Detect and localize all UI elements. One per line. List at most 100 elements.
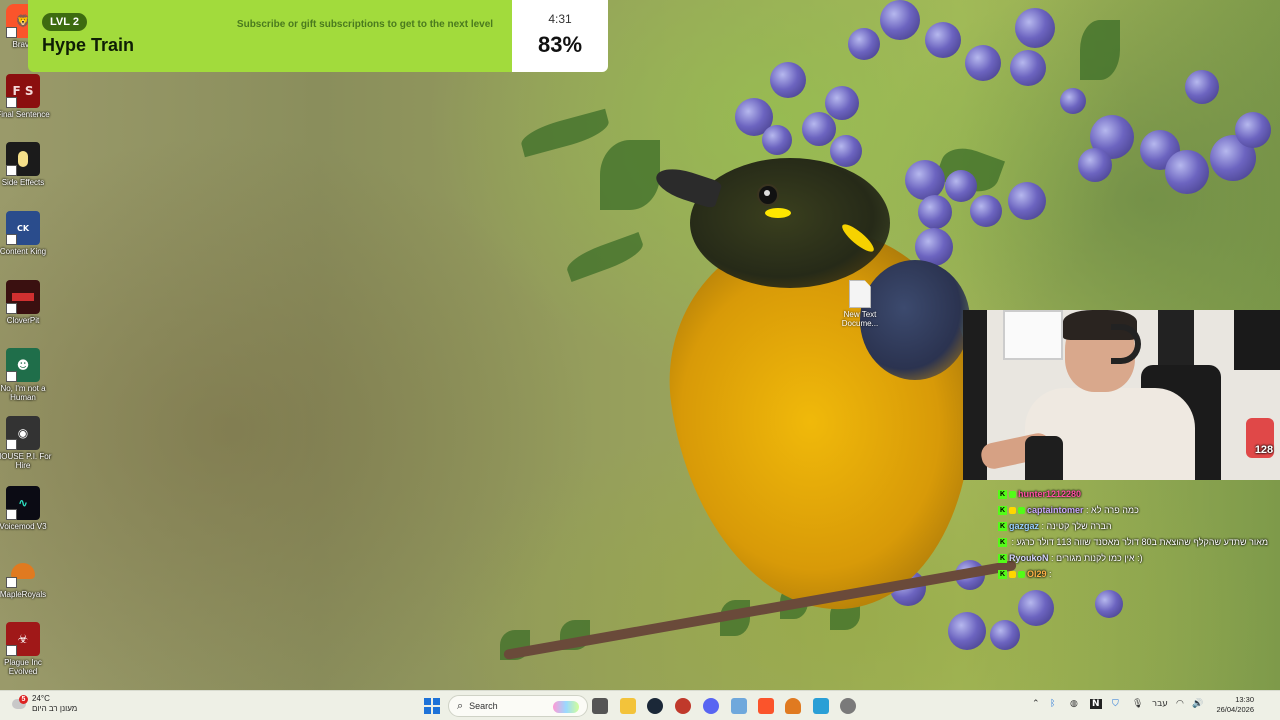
kick-icon: K [998, 538, 1007, 548]
content-king-icon: CK [6, 211, 40, 245]
chat-username: RyoukoN [1009, 553, 1049, 563]
mic-icon[interactable]: 🎙 [1132, 699, 1143, 709]
plague-inc-icon: ☣ [6, 622, 40, 656]
wifi-icon[interactable]: ◠ [1176, 699, 1184, 709]
badge-icon [1009, 491, 1016, 499]
kick-icon: K [998, 506, 1007, 516]
clock-time: 13:30 [1235, 695, 1254, 704]
weather-description: מעונן רב היום [32, 704, 78, 713]
chat-text: : [1049, 569, 1052, 579]
hype-train-message: Subscribe or gift subscriptions to get t… [236, 19, 494, 30]
cloud-icon: 5 [10, 695, 28, 713]
shield-icon[interactable]: ⛉ [1112, 699, 1119, 709]
desktop-icon-label: Voicemod V3 [0, 522, 47, 531]
taskbar-search[interactable]: ⌕ Search [448, 695, 588, 717]
notion-icon[interactable]: N [1090, 699, 1102, 709]
desktop-icon-voicemod[interactable]: ∿ Voicemod V3 [0, 486, 47, 531]
chat-username: gazgaz [1009, 521, 1040, 531]
language-indicator[interactable]: עבר [1152, 699, 1168, 709]
desktop-icon-label: CloverPit [6, 316, 40, 325]
steam-icon[interactable] [647, 698, 663, 714]
mapleroyals-icon [6, 554, 40, 588]
kick-icon: K [998, 490, 1007, 500]
desktop-icon-label: Side Effects [1, 178, 45, 187]
search-placeholder: Search [469, 701, 498, 711]
file-explorer-icon[interactable] [620, 698, 636, 714]
voicemod-icon: ∿ [6, 486, 40, 520]
clock[interactable]: 13:30 26/04/2026 [1212, 695, 1254, 715]
desktop-icon-no-im-not-a-human[interactable]: ☻ No, I'm not a Human [0, 348, 46, 402]
chat-message: K Ol29 : [998, 566, 1274, 582]
final-sentence-icon: F S [6, 74, 40, 108]
desktop-icon-label: No, I'm not a Human [0, 384, 46, 402]
app-icon[interactable] [675, 698, 691, 714]
text-file-icon [849, 280, 871, 308]
app-icon[interactable] [731, 698, 747, 714]
cloverpit-icon [6, 280, 40, 314]
side-effects-icon [6, 142, 40, 176]
desktop-icon-label: MOUSE P.I. For Hire [0, 452, 52, 470]
desktop-icon-content-king[interactable]: CK Content King [0, 211, 46, 256]
brave-icon[interactable] [758, 698, 774, 714]
badge-icon [1018, 571, 1025, 579]
start-button[interactable] [424, 698, 440, 714]
desktop-icon-label: MapleRoyals [0, 590, 47, 599]
weather-widget[interactable]: 5 24°C מעונן רב היום [10, 694, 77, 714]
hype-train-title: Hype Train [42, 35, 135, 55]
desktop-icon-mapleroyals[interactable]: MapleRoyals [0, 554, 46, 599]
discord-icon[interactable] [703, 698, 719, 714]
desktop-icon-final-sentence[interactable]: F S Final Sentence [0, 74, 50, 119]
chat-text: : אין כמו לקנות מגורים :) [1051, 553, 1143, 563]
search-icon: ⌕ [457, 699, 464, 712]
taskbar: 5 24°C מעונן רב היום ⌕ Search ⌃ ᛒ ◍ N ⛉ … [0, 690, 1280, 720]
desktop-file-label: New Text Docume... [841, 310, 879, 328]
hype-train-banner: LVL 2 Hype Train Subscribe or gift subsc… [28, 0, 608, 72]
hype-train-level: LVL 2 [42, 13, 87, 31]
badge-icon [1018, 507, 1025, 515]
bluetooth-icon[interactable]: ᛒ [1050, 699, 1055, 709]
badge-icon [1009, 507, 1016, 515]
kick-icon: K [998, 554, 1007, 564]
webcam-feed: 128 [963, 310, 1280, 480]
webcam-badge: 128 [1254, 444, 1274, 456]
kick-icon: K [998, 522, 1007, 532]
kick-icon: K [998, 570, 1007, 580]
chat-message: Khunter1212280 [998, 486, 1274, 502]
chevron-up-icon[interactable]: ⌃ [1032, 699, 1040, 709]
desktop-icon-label: Final Sentence [0, 110, 50, 119]
hype-train-timer: 4:31 [548, 12, 572, 26]
mouse-pi-icon: ◉ [6, 416, 40, 450]
chat-text: : מאור שתדע שהקלף שהוצאת ב80 דולר מאסנד … [1011, 537, 1269, 547]
microphone [1025, 436, 1063, 480]
desktop-file-new-text-document[interactable]: New Text Docume... [838, 280, 882, 328]
chat-message: Kgazgaz : הברה שלך קטינה [998, 518, 1274, 534]
task-view-icon[interactable] [592, 698, 608, 714]
chat-text: : כמה פרה לא [1086, 505, 1139, 515]
chat-message: Kcaptaintomer : כמה פרה לא [998, 502, 1274, 518]
weather-alert-badge: 5 [19, 695, 28, 704]
desktop-icon-side-effects[interactable]: Side Effects [0, 142, 46, 187]
desktop-icon-mouse-pi[interactable]: ◉ MOUSE P.I. For Hire [0, 416, 51, 470]
volume-icon[interactable]: 🔊 [1192, 699, 1203, 709]
no-im-not-a-human-icon: ☻ [6, 348, 40, 382]
chat-text: : הברה שלך קטינה [1041, 521, 1112, 531]
badge-icon [1009, 571, 1016, 579]
chat-username: hunter1212280 [1018, 489, 1082, 499]
steam-icon[interactable]: ◍ [1070, 699, 1078, 709]
clock-date: 26/04/2026 [1216, 705, 1254, 714]
mapleroyals-icon[interactable] [785, 698, 801, 714]
weather-temperature: 24°C [32, 694, 50, 703]
app-icon[interactable] [813, 698, 829, 714]
desktop-icon-label: Plague Inc Evolved [4, 658, 42, 676]
settings-icon[interactable] [840, 698, 856, 714]
hype-train-progress: 83% [537, 32, 583, 57]
chat-message: K RyoukoN : אין כמו לקנות מגורים :) [998, 550, 1274, 566]
chat-username: Ol29 [1027, 569, 1047, 579]
stream-chat: Khunter1212280 Kcaptaintomer : כמה פרה ל… [998, 486, 1274, 582]
desktop-icon-cloverpit[interactable]: CloverPit [0, 280, 46, 325]
search-highlight-icon [553, 701, 579, 713]
desktop-icon-plague-inc[interactable]: ☣ Plague Inc Evolved [0, 622, 46, 676]
chat-message: K : מאור שתדע שהקלף שהוצאת ב80 דולר מאסנ… [998, 534, 1274, 550]
desktop-icon-label: Content King [0, 247, 47, 256]
chat-username: captaintomer [1027, 505, 1084, 515]
